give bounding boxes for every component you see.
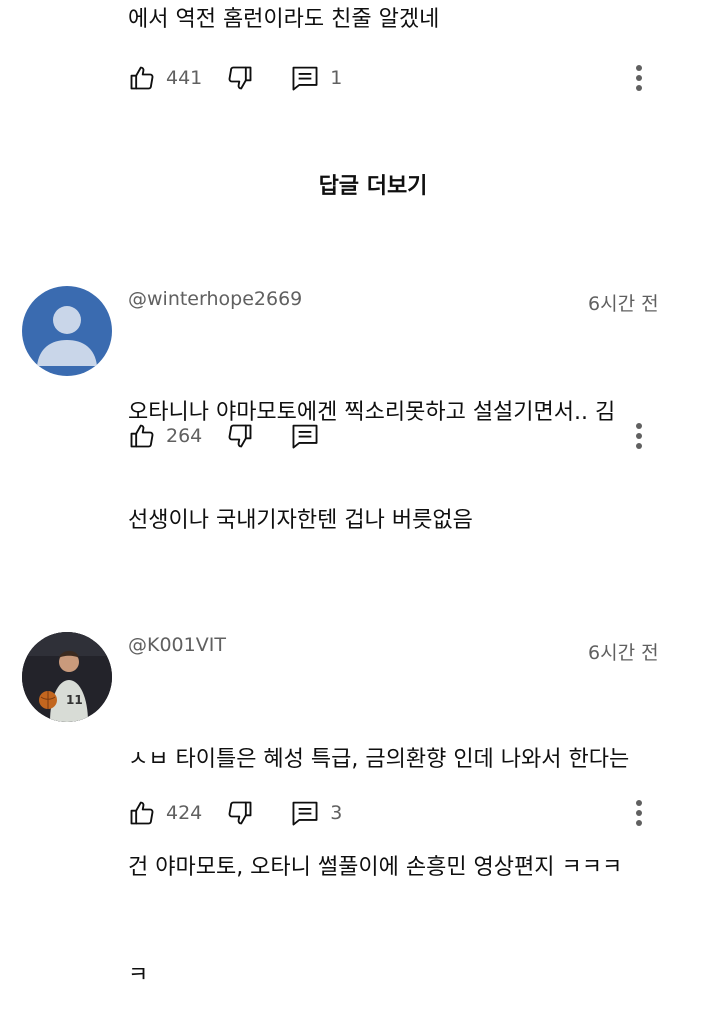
reply-button[interactable]: 1 <box>290 64 342 92</box>
dislike-icon <box>228 801 252 825</box>
more-options-icon <box>636 65 642 71</box>
dislike-button[interactable] <box>226 64 254 92</box>
like-count: 424 <box>166 802 203 824</box>
reply-icon <box>292 66 318 91</box>
like-button[interactable]: 441 <box>128 64 202 92</box>
comment-line: 선생이나 국내기자한텐 겁나 버릇없음 <box>128 508 473 533</box>
comment-line: ㅅㅂ 타이틀은 혜성 특급, 금의환향 인데 나와서 한다는 <box>128 747 630 772</box>
reply-count: 3 <box>330 802 343 824</box>
like-button[interactable]: 264 <box>128 422 202 450</box>
comment-timestamp: 6시간 전 <box>588 642 659 664</box>
comment-actions: 424 3 <box>128 793 342 833</box>
avatar[interactable] <box>22 286 112 376</box>
reply-button[interactable] <box>290 422 320 450</box>
like-icon <box>130 801 154 825</box>
like-count: 264 <box>166 425 203 447</box>
svg-text:11: 11 <box>66 693 83 707</box>
comment-text: ㅅㅂ 타이틀은 혜성 특급, 금의환향 인데 나와서 한다는 건 야마모토, 오… <box>128 670 629 1030</box>
dislike-icon <box>228 66 252 90</box>
more-replies-link[interactable]: 답글 더보기 <box>250 168 496 200</box>
like-button[interactable]: 424 <box>128 799 202 827</box>
more-options-button[interactable] <box>627 416 651 456</box>
reply-count: 1 <box>330 67 343 89</box>
comment-line: ㅋ <box>128 963 149 988</box>
like-count: 441 <box>166 67 203 89</box>
more-options-button[interactable] <box>627 793 651 833</box>
reply-icon <box>292 801 318 826</box>
comment-actions: 264 <box>128 416 320 456</box>
user-photo-icon: 11 <box>22 632 112 722</box>
comment-timestamp: 6시간 전 <box>588 293 659 315</box>
more-options-button[interactable] <box>627 58 651 98</box>
avatar[interactable]: 11 <box>22 632 112 722</box>
comment-author[interactable]: @K001VIT <box>128 634 226 656</box>
comment-line: 건 야마모토, 오타니 썰풀이에 손흥민 영상편지 ㅋㅋㅋ <box>128 855 623 880</box>
dislike-button[interactable] <box>226 422 254 450</box>
comment-text: 에서 역전 홈런이라도 친줄 알겠네 <box>128 7 440 32</box>
more-options-icon <box>636 800 642 806</box>
like-icon <box>130 424 154 448</box>
reply-button[interactable]: 3 <box>290 799 342 827</box>
reply-icon <box>292 424 318 449</box>
like-icon <box>130 66 154 90</box>
comment-actions: 441 1 <box>128 58 342 98</box>
more-options-icon <box>636 423 642 429</box>
comment-author[interactable]: @winterhope2669 <box>128 288 302 310</box>
dislike-icon <box>228 424 252 448</box>
dislike-button[interactable] <box>226 799 254 827</box>
default-avatar-icon <box>37 306 97 366</box>
